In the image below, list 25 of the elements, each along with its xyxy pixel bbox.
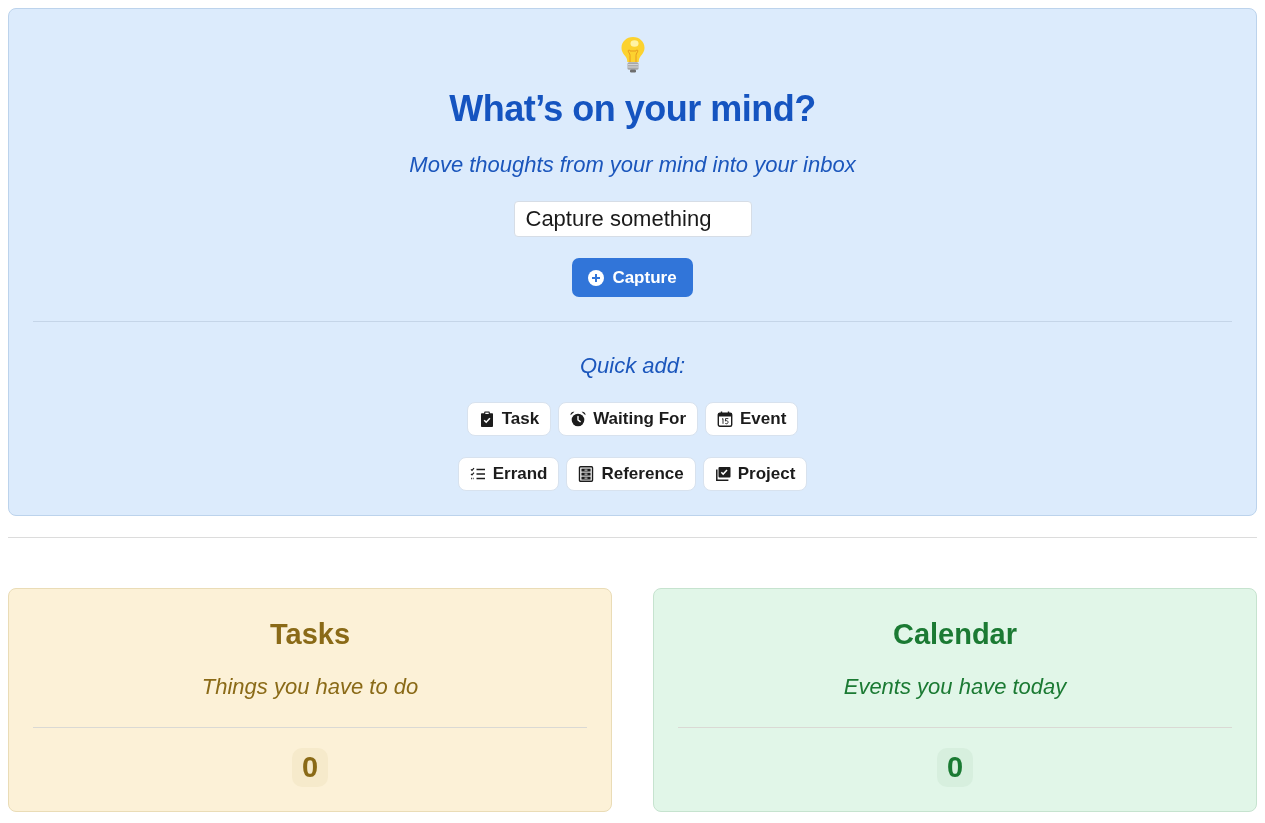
quick-add-button[interactable]: Project xyxy=(702,457,808,491)
quick-add-button[interactable]: Task xyxy=(466,402,552,436)
clipboard-check-icon xyxy=(478,411,495,427)
quick-add-label: Quick add: xyxy=(578,352,687,380)
quick-add-button[interactable]: Reference xyxy=(566,457,696,491)
quick-add-button[interactable]: Errand xyxy=(457,457,560,491)
light-bulb-icon xyxy=(619,36,646,73)
card-subtitle: Events you have today xyxy=(842,673,1068,701)
card-title: Calendar xyxy=(891,617,1019,651)
capture-button[interactable]: Capture xyxy=(572,258,693,297)
plus-circle-icon xyxy=(588,269,605,286)
count-badge: 0 xyxy=(291,748,329,787)
count-badge: 0 xyxy=(936,748,974,787)
calendar-icon xyxy=(717,411,734,427)
file-cabinet-icon xyxy=(578,466,595,482)
card-title: Tasks xyxy=(268,617,352,651)
alarm-clock-icon xyxy=(570,411,587,427)
subtitle: Move thoughts from your mind into your inbox xyxy=(408,151,857,179)
card-subtitle: Things you have to do xyxy=(200,673,420,701)
images-icon xyxy=(714,466,731,482)
capture-input[interactable]: Capture something xyxy=(513,201,752,237)
heading: What’s on your mind? xyxy=(448,88,817,130)
quick-add-button[interactable]: Waiting For xyxy=(558,402,699,436)
checklist-icon xyxy=(469,466,486,482)
quick-add-button[interactable]: Event xyxy=(705,402,799,436)
